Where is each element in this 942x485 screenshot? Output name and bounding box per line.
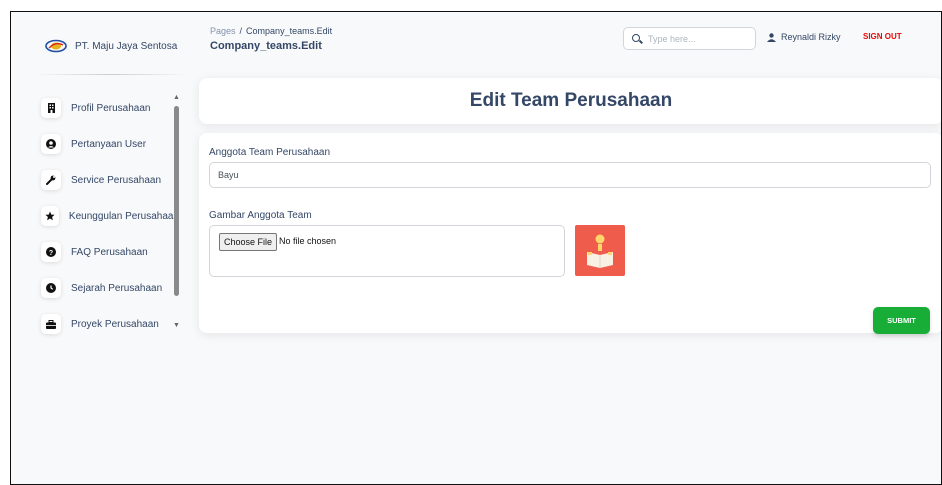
wrench-icon	[41, 170, 61, 190]
brand[interactable]: PT. Maju Jaya Sentosa	[45, 39, 177, 53]
app-frame: PT. Maju Jaya Sentosa Profil Perusahaan …	[10, 11, 942, 485]
brand-divider	[33, 74, 189, 75]
team-member-name-label: Anggota Team Perusahaan	[209, 147, 331, 158]
sidebar-item-label: Keunggulan Perusahaan	[68, 210, 179, 222]
sidebar-nav: Profil Perusahaan Pertanyaan User Servic…	[33, 90, 179, 342]
company-logo-icon	[45, 39, 67, 53]
scrollbar-thumb[interactable]	[174, 106, 179, 296]
page-title: Company_teams.Edit	[210, 40, 322, 52]
team-member-image-thumbnail	[575, 225, 625, 276]
edit-team-form: Anggota Team Perusahaan Bayu Gambar Angg…	[199, 133, 941, 334]
team-member-image-label: Gambar Anggota Team	[209, 210, 312, 221]
submit-button[interactable]: SUBMIT	[873, 307, 930, 334]
svg-text:?: ?	[49, 250, 53, 257]
star-icon	[41, 206, 59, 226]
user-icon	[767, 32, 776, 42]
sign-out-button[interactable]: SIGN OUT	[863, 32, 902, 41]
sidebar-item-faq-perusahaan[interactable]: ? FAQ Perusahaan	[33, 234, 179, 270]
brand-name: PT. Maju Jaya Sentosa	[75, 40, 178, 52]
sidebar-item-label: Profil Perusahaan	[71, 102, 151, 114]
user-menu[interactable]: Reynaldi Rizky	[767, 32, 841, 42]
sidebar-item-label: Proyek Perusahaan	[71, 318, 159, 330]
breadcrumb-root[interactable]: Pages	[210, 26, 236, 36]
sidebar-scrollbar[interactable]: ▲ ▼	[173, 94, 180, 334]
search-icon	[632, 33, 642, 44]
team-member-name-input[interactable]: Bayu	[209, 162, 931, 188]
scroll-up-arrow-icon[interactable]: ▲	[173, 94, 180, 101]
sidebar-item-label: FAQ Perusahaan	[71, 246, 148, 258]
file-input[interactable]: Choose File No file chosen	[209, 225, 565, 277]
sidebar-item-proyek-perusahaan[interactable]: Proyek Perusahaan	[33, 306, 179, 342]
briefcase-icon	[41, 314, 61, 334]
history-icon	[41, 278, 61, 298]
card-heading: Edit Team Perusahaan	[469, 90, 673, 111]
sidebar-item-pertanyaan-user[interactable]: Pertanyaan User	[33, 126, 179, 162]
user-name: Reynaldi Rizky	[781, 32, 841, 42]
sidebar-item-profil-perusahaan[interactable]: Profil Perusahaan	[33, 90, 179, 126]
breadcrumb-separator: /	[239, 26, 243, 36]
reading-person-icon	[587, 234, 613, 268]
sidebar-item-label: Service Perusahaan	[71, 174, 162, 186]
file-status-text: No file chosen	[279, 236, 337, 246]
sidebar-item-service-perusahaan[interactable]: Service Perusahaan	[33, 162, 179, 198]
building-icon	[41, 98, 61, 118]
sidebar-item-label: Pertanyaan User	[71, 138, 147, 150]
user-circle-icon	[41, 134, 61, 154]
search-box[interactable]	[623, 27, 756, 50]
breadcrumb: Pages / Company_teams.Edit	[210, 26, 332, 36]
sidebar-item-label: Sejarah Perusahaan	[71, 282, 163, 294]
breadcrumb-current: Company_teams.Edit	[246, 26, 333, 36]
title-card: Edit Team Perusahaan	[199, 78, 941, 124]
sidebar-item-sejarah-perusahaan[interactable]: Sejarah Perusahaan	[33, 270, 179, 306]
question-circle-icon: ?	[41, 242, 61, 262]
choose-file-button[interactable]: Choose File	[219, 233, 278, 251]
search-input[interactable]	[648, 33, 748, 44]
scroll-down-arrow-icon[interactable]: ▼	[173, 322, 180, 329]
sidebar-item-keunggulan-perusahaan[interactable]: Keunggulan Perusahaan	[33, 198, 179, 234]
